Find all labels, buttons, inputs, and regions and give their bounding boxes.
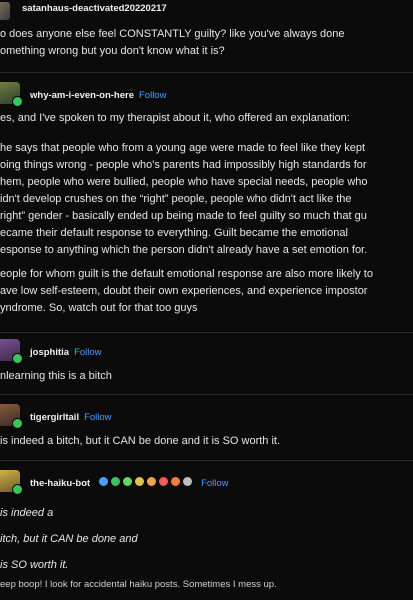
reply4-username[interactable]: the-haiku-bot [30, 478, 90, 489]
badge-icon [122, 477, 132, 487]
reply3-username[interactable]: tigergirltail [30, 412, 79, 423]
op-line: o does anyone else feel CONSTANTLY guilt… [0, 28, 345, 40]
reply3-line: is indeed a bitch, but it CAN be done an… [0, 435, 281, 447]
follow-button[interactable]: Follow [74, 347, 101, 358]
divider [0, 72, 413, 73]
reply1-para3: eople for whom guilt is the default emot… [0, 266, 413, 317]
follow-button[interactable]: Follow [84, 412, 111, 423]
reply1-name-row: why-am-i-even-on-here Follow [30, 85, 166, 103]
badge-icon [98, 477, 108, 487]
op-username[interactable]: satanhaus-deactivated20220217 [22, 3, 167, 14]
reply2-line: nlearning this is a bitch [0, 370, 112, 382]
follow-button[interactable]: Follow [201, 478, 228, 489]
badge-icon [110, 477, 120, 487]
verified-badge-icon [12, 484, 23, 495]
follow-button[interactable]: Follow [139, 90, 166, 101]
reply3-header: tigergirltail Follow [0, 402, 413, 429]
reply1-line: oing things wrong - people who's parents… [0, 159, 367, 171]
verified-badge-icon [12, 96, 23, 107]
reply1-line: es, and I've spoken to my therapist abou… [0, 112, 350, 124]
reply2-name-row: josphitia Follow [30, 342, 102, 360]
op-line: omething wrong but you don't know what i… [0, 45, 225, 57]
reply1-body: es, and I've spoken to my therapist abou… [0, 110, 413, 127]
haiku-line: is indeed a [0, 507, 54, 519]
verified-badge-icon [12, 418, 23, 429]
verified-badge-icon [12, 353, 23, 364]
reply1-username[interactable]: why-am-i-even-on-here [30, 90, 134, 101]
reply1-line: eople for whom guilt is the default emot… [0, 268, 373, 280]
badge-icon [158, 477, 168, 487]
reply2-username[interactable]: josphitia [30, 347, 69, 358]
divider [0, 332, 413, 333]
badge-icon [182, 477, 192, 487]
op-header: satanhaus-deactivated20220217 [0, 0, 413, 24]
reply1-line: esponse to anything which the person did… [0, 244, 368, 256]
op-avatar[interactable] [0, 2, 10, 20]
reply1-line: ecame their default response to everythi… [0, 227, 348, 239]
haiku: is indeed a itch, but it CAN be done and… [0, 500, 413, 578]
reply2-header: josphitia Follow [0, 337, 413, 364]
reply1-line: hem, people who were bullied, people who… [0, 176, 368, 188]
tumblr-thread: satanhaus-deactivated20220217 o does any… [0, 0, 413, 600]
badge-icon [146, 477, 156, 487]
reply1-header: why-am-i-even-on-here Follow [0, 80, 413, 107]
haiku-footer-text: eep boop! I look for accidental haiku po… [0, 579, 277, 590]
haiku-line: is SO worth it. [0, 559, 69, 571]
badge-icon [134, 477, 144, 487]
reply1-line: he says that people who from a young age… [0, 142, 366, 154]
op-text: o does anyone else feel CONSTANTLY guilt… [0, 26, 413, 60]
reply2-body: nlearning this is a bitch [0, 368, 413, 385]
badge-row [98, 477, 192, 487]
reply4-header: the-haiku-bot Follow [0, 468, 413, 495]
haiku-footer: eep boop! I look for accidental haiku po… [0, 578, 413, 592]
reply1-line: yndrome. So, watch out for that too guys [0, 302, 198, 314]
reply1-line: right” gender - basically ended up being… [0, 210, 367, 222]
haiku-line: itch, but it CAN be done and [0, 533, 138, 545]
reply3-body: is indeed a bitch, but it CAN be done an… [0, 433, 413, 450]
divider [0, 460, 413, 461]
badge-icon [170, 477, 180, 487]
reply4-name-row: the-haiku-bot Follow [30, 473, 229, 491]
reply1-para2: he says that people who from a young age… [0, 140, 413, 259]
reply1-line: idn't develop crushes on the “right” peo… [0, 193, 352, 205]
reply1-line: ave low self-esteem, doubt their own exp… [0, 285, 368, 297]
reply3-name-row: tigergirltail Follow [30, 407, 112, 425]
divider [0, 394, 413, 395]
